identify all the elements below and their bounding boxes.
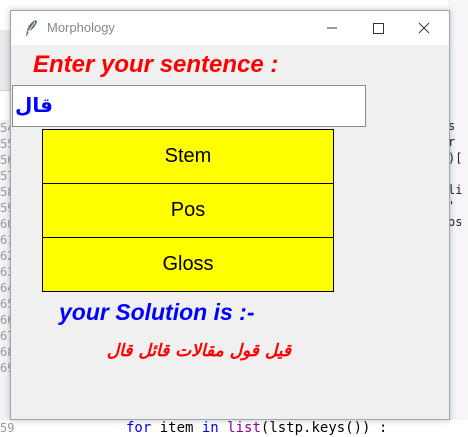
minimize-button[interactable] [309, 11, 355, 45]
feather-icon [26, 20, 37, 36]
editor-code-fragment: os [448, 215, 463, 229]
editor-code-line: for item in list(lstp.keys()) : [126, 420, 387, 437]
code-rest: (lstp.keys()) : [260, 420, 388, 436]
code-keyword: for [126, 420, 152, 436]
code-keyword: in [201, 420, 219, 436]
sentence-input[interactable]: قال [12, 85, 366, 127]
pos-button[interactable]: Pos [42, 183, 334, 238]
editor-code-fragment: s [448, 119, 456, 133]
editor-line-number: 59 [0, 421, 15, 435]
title-bar[interactable]: Morphology [11, 11, 449, 45]
code-identifier: item [151, 420, 202, 436]
editor-bottom-line: 59 for item in list(lstp.keys()) : [0, 420, 468, 437]
close-button[interactable] [401, 11, 447, 45]
prompt-heading: Enter your sentence : [33, 51, 279, 78]
code-builtin: list [218, 420, 261, 436]
editor-code-fragment: )[ [448, 151, 463, 165]
editor-code-fragment [448, 166, 468, 182]
window-title: Morphology [47, 20, 115, 35]
solution-result: قيل قول مقالات قائل قال [106, 341, 291, 361]
maximize-button[interactable] [355, 11, 401, 45]
editor-code-fragment: ' [448, 199, 456, 213]
solution-label: your Solution is :- [59, 299, 255, 325]
editor-code-fragment: r [448, 135, 456, 149]
editor-right-code: s r )[ li ' os [448, 118, 468, 230]
editor-code-fragment: li [448, 183, 463, 197]
gloss-button[interactable]: Gloss [42, 237, 334, 292]
minimize-icon [327, 27, 337, 29]
morphology-window: Morphology Enter your sentence : قال Ste… [10, 10, 450, 420]
stem-button[interactable]: Stem [42, 129, 334, 184]
close-icon [418, 22, 430, 34]
maximize-icon [373, 23, 384, 34]
